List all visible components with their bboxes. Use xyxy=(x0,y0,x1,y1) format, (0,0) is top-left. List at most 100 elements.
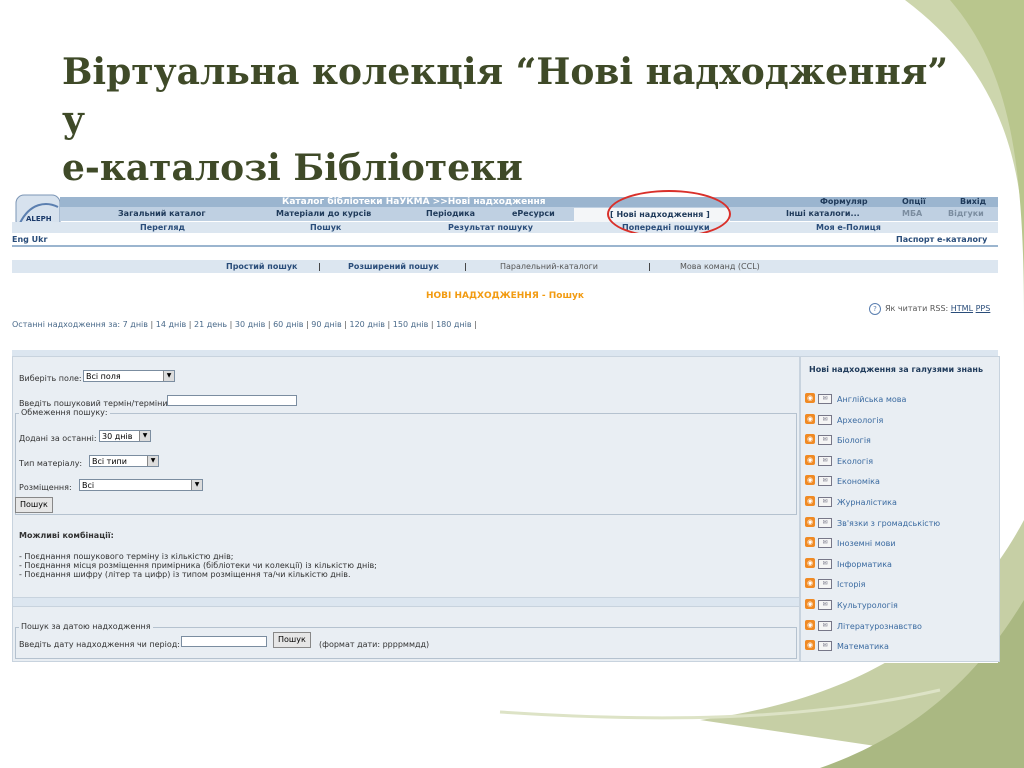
type-select[interactable]: Всі типи ▼ xyxy=(89,455,159,467)
nav-my-shelf[interactable]: Моя е-Полиця xyxy=(816,223,881,232)
period-link[interactable]: 150 днів xyxy=(393,320,429,329)
sidebar-item[interactable]: ◉ ✉ Іноземні мови xyxy=(805,536,995,550)
sub-nav: Перегляд Пошук Результат пошуку Попередн… xyxy=(12,222,998,233)
rss-icon[interactable]: ◉ xyxy=(805,558,815,568)
tab-feedback[interactable]: Відгуки xyxy=(948,209,984,218)
sidebar-item-label[interactable]: Культурологія xyxy=(837,601,898,610)
rss-help-pps-link[interactable]: PPS xyxy=(976,304,991,313)
options-link[interactable]: Опції xyxy=(902,197,926,207)
search-button[interactable]: Пошук xyxy=(15,497,53,513)
rss-icon[interactable]: ◉ xyxy=(805,578,815,588)
mail-icon[interactable]: ✉ xyxy=(818,621,832,631)
added-select[interactable]: 30 днів ▼ xyxy=(99,430,151,442)
field-select[interactable]: Всі поля ▼ xyxy=(83,370,175,382)
sidebar-item-label[interactable]: Іноземні мови xyxy=(837,539,896,548)
formular-link[interactable]: Формуляр xyxy=(820,197,868,207)
slide-title-line-1: Віртуальна колекція “Нові надходження” у xyxy=(62,51,949,141)
mail-icon[interactable]: ✉ xyxy=(818,394,832,404)
mode-advanced[interactable]: Розширений пошук xyxy=(348,262,439,271)
sidebar-item-label[interactable]: Математика xyxy=(837,642,889,651)
mode-ccl[interactable]: Мова команд (CCL) xyxy=(680,262,760,271)
mail-icon[interactable]: ✉ xyxy=(818,641,832,651)
sidebar-item[interactable]: ◉ ✉ Економіка xyxy=(805,474,995,488)
period-link[interactable]: 21 день xyxy=(194,320,227,329)
period-link[interactable]: 7 днів xyxy=(123,320,148,329)
date-input[interactable] xyxy=(181,636,267,647)
sidebar-item[interactable]: ◉ ✉ Екологія xyxy=(805,454,995,468)
tab-mba[interactable]: МБА xyxy=(902,209,922,218)
location-label: Розміщення: xyxy=(19,483,72,492)
mode-simple[interactable]: Простий пошук xyxy=(226,262,297,271)
sidebar-item[interactable]: ◉ ✉ Зв'язки з громадськістю xyxy=(805,516,995,530)
rss-icon[interactable]: ◉ xyxy=(805,475,815,485)
rss-icon[interactable]: ◉ xyxy=(805,640,815,650)
nav-browse[interactable]: Перегляд xyxy=(140,223,185,232)
rss-icon[interactable]: ◉ xyxy=(805,434,815,444)
rss-icon[interactable]: ◉ xyxy=(805,517,815,527)
period-link[interactable]: 180 днів xyxy=(436,320,472,329)
sidebar-item-label[interactable]: Економіка xyxy=(837,477,880,486)
tab-eresources[interactable]: еРесурси xyxy=(512,209,555,218)
exit-link[interactable]: Вихід xyxy=(960,197,986,207)
location-select[interactable]: Всі ▼ xyxy=(79,479,203,491)
rss-icon[interactable]: ◉ xyxy=(805,620,815,630)
sidebar-item[interactable]: ◉ ✉ Математика xyxy=(805,639,995,653)
sidebar-item[interactable]: ◉ ✉ Англійська мова xyxy=(805,392,995,406)
chevron-down-icon: ▼ xyxy=(139,431,150,441)
mail-icon[interactable]: ✉ xyxy=(818,497,832,507)
period-link[interactable]: 60 днів xyxy=(273,320,303,329)
tab-course-materials[interactable]: Матеріали до курсів xyxy=(276,209,371,218)
sidebar-item-label[interactable]: Біологія xyxy=(837,436,871,445)
nav-search[interactable]: Пошук xyxy=(310,223,341,232)
date-search-button[interactable]: Пошук xyxy=(273,632,311,648)
sidebar-item[interactable]: ◉ ✉ Археологія xyxy=(805,413,995,427)
mail-icon[interactable]: ✉ xyxy=(818,538,832,548)
date-legend: Пошук за датою надходження xyxy=(19,622,153,631)
mail-icon[interactable]: ✉ xyxy=(818,579,832,589)
sidebar-item[interactable]: ◉ ✉ Біологія xyxy=(805,433,995,447)
rss-icon[interactable]: ◉ xyxy=(805,599,815,609)
period-link[interactable]: 14 днів xyxy=(156,320,186,329)
added-select-value: 30 днів xyxy=(102,432,133,441)
mail-icon[interactable]: ✉ xyxy=(818,456,832,466)
sidebar-item-label[interactable]: Зв'язки з громадськістю xyxy=(837,519,940,528)
sidebar-item-label[interactable]: Англійська мова xyxy=(837,395,906,404)
tab-general-catalog[interactable]: Загальний каталог xyxy=(118,209,206,218)
sidebar-item-label[interactable]: Екологія xyxy=(837,457,873,466)
nav-results[interactable]: Результат пошуку xyxy=(448,223,533,232)
sidebar-item[interactable]: ◉ ✉ Літературознавство xyxy=(805,619,995,633)
mode-parallel[interactable]: Паралельний-каталоги xyxy=(500,262,598,271)
period-link[interactable]: 30 днів xyxy=(235,320,265,329)
sidebar-item[interactable]: ◉ ✉ Журналістика xyxy=(805,495,995,509)
catalog-title: Каталог бібліотеки НаУКМА >>Нові надходж… xyxy=(282,197,546,207)
term-input[interactable] xyxy=(167,395,297,406)
subjects-sidebar: Нові надходження за галузями знань ◉ ✉ Анг… xyxy=(800,356,1000,662)
mail-icon[interactable]: ✉ xyxy=(818,435,832,445)
rss-icon[interactable]: ◉ xyxy=(805,496,815,506)
sidebar-item-label[interactable]: Інформатика xyxy=(837,560,892,569)
sidebar-item-label[interactable]: Історія xyxy=(837,580,865,589)
rss-icon[interactable]: ◉ xyxy=(805,455,815,465)
mail-icon[interactable]: ✉ xyxy=(818,476,832,486)
sidebar-item-label[interactable]: Літературознавство xyxy=(837,622,922,631)
period-link[interactable]: 90 днів xyxy=(311,320,341,329)
tab-periodicals[interactable]: Періодика xyxy=(426,209,475,218)
sidebar-item[interactable]: ◉ ✉ Культурологія xyxy=(805,598,995,612)
catalog-passport-link[interactable]: Паспорт е-каталогу xyxy=(896,235,987,244)
rss-icon[interactable]: ◉ xyxy=(805,414,815,424)
mail-icon[interactable]: ✉ xyxy=(818,415,832,425)
rss-icon[interactable]: ◉ xyxy=(805,537,815,547)
period-link[interactable]: 120 днів xyxy=(350,320,386,329)
mail-icon[interactable]: ✉ xyxy=(818,559,832,569)
sidebar-item[interactable]: ◉ ✉ Інформатика xyxy=(805,557,995,571)
rss-help-html-link[interactable]: HTML xyxy=(951,304,973,313)
mail-icon[interactable]: ✉ xyxy=(818,518,832,528)
rss-icon[interactable]: ◉ xyxy=(805,393,815,403)
sidebar-item[interactable]: ◉ ✉ Історія xyxy=(805,577,995,591)
limits-legend: Обмеження пошуку: xyxy=(19,408,110,417)
language-switch[interactable]: Eng Ukr xyxy=(12,235,47,244)
sidebar-item-label[interactable]: Журналістика xyxy=(837,498,897,507)
mail-icon[interactable]: ✉ xyxy=(818,600,832,610)
sidebar-item-label[interactable]: Археологія xyxy=(837,416,883,425)
tab-other-catalogs[interactable]: Інші каталоги... xyxy=(786,209,860,218)
